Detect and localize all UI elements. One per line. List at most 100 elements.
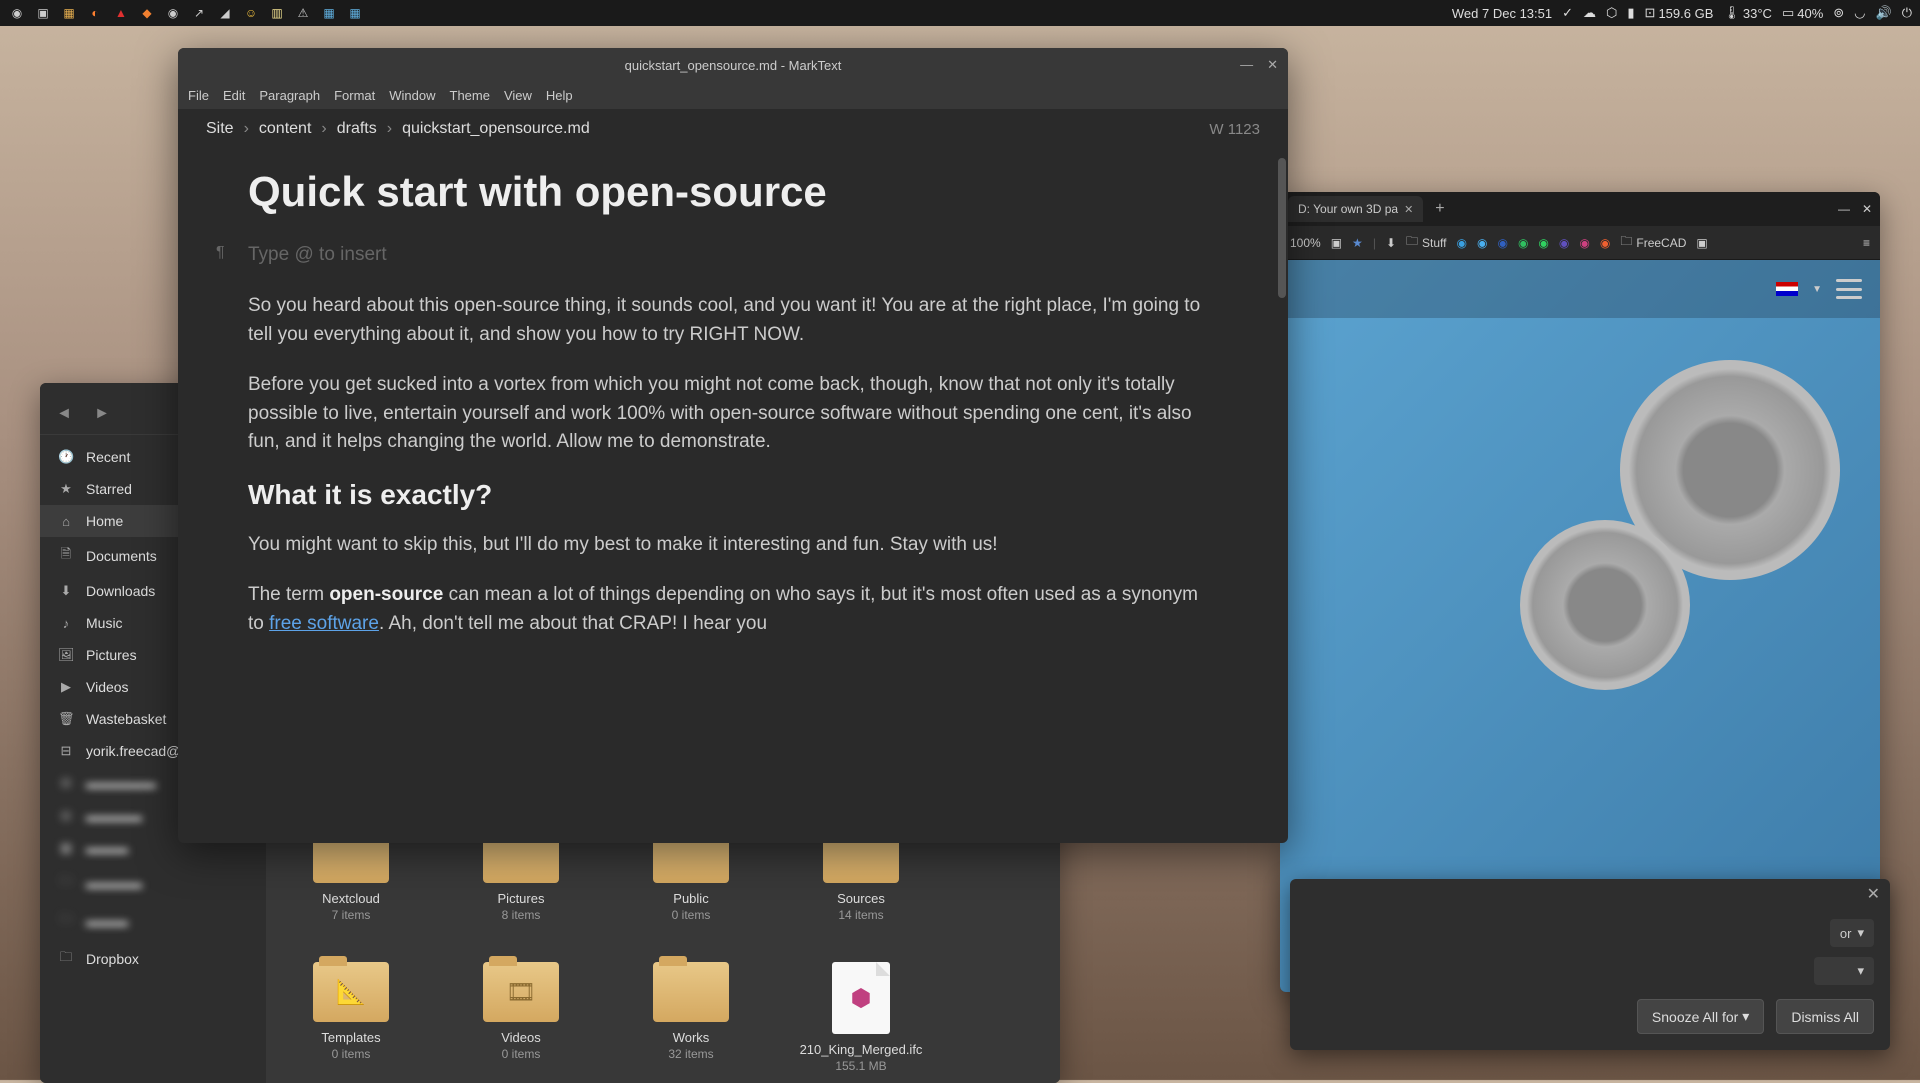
- browser-tab[interactable]: D: Your own 3D pa ✕: [1288, 196, 1423, 222]
- menu-file[interactable]: File: [188, 88, 209, 103]
- link-free-software[interactable]: free software: [269, 613, 379, 634]
- disk-indicator[interactable]: ⊡ 159.6 GB: [1645, 5, 1714, 21]
- heading-2[interactable]: What it is exactly?: [248, 479, 1218, 511]
- file-icon: ⬢: [832, 962, 890, 1034]
- paragraph[interactable]: So you heard about this open-source thin…: [248, 292, 1218, 349]
- twitter-icon[interactable]: ◉: [1477, 236, 1487, 250]
- minimize-icon[interactable]: —: [1240, 57, 1253, 73]
- paragraph[interactable]: Before you get sucked into a vortex from…: [248, 371, 1218, 457]
- folder-templates[interactable]: 📐Templates0 items: [296, 962, 406, 1073]
- close-icon[interactable]: ✕: [1404, 203, 1413, 216]
- close-icon[interactable]: ✕: [1867, 884, 1880, 904]
- power-icon[interactable]: ⏻: [1902, 5, 1912, 21]
- insert-placeholder[interactable]: ¶ Type @ to insert: [248, 244, 1218, 266]
- volume-icon[interactable]: 🔊: [1876, 5, 1892, 21]
- marktext-window[interactable]: quickstart_opensource.md - MarkText — ✕ …: [178, 48, 1288, 843]
- heading-1[interactable]: Quick start with open-source: [248, 168, 1218, 216]
- download-icon[interactable]: ⬇: [1386, 236, 1396, 250]
- reader-icon[interactable]: ▣: [1331, 236, 1342, 250]
- freecad-icon[interactable]: ▲: [112, 4, 130, 22]
- firefox-icon[interactable]: ◐: [86, 4, 104, 22]
- app-icon-6[interactable]: ▦: [320, 4, 338, 22]
- menu-help[interactable]: Help: [546, 88, 573, 103]
- tray-dropbox-icon[interactable]: ⬡: [1606, 5, 1617, 21]
- terminal-icon[interactable]: ▣: [34, 4, 52, 22]
- breadcrumb-item[interactable]: content: [259, 120, 311, 138]
- temp-indicator[interactable]: 🌡 33°C: [1723, 5, 1772, 21]
- dismiss-all-button[interactable]: Dismiss All: [1776, 999, 1874, 1034]
- app-icon-5[interactable]: ⚠: [294, 4, 312, 22]
- network-icon[interactable]: ⊚: [1833, 5, 1844, 21]
- menu-format[interactable]: Format: [334, 88, 375, 103]
- taskbar-launchers: ◉ ▣ ▦ ◐ ▲ ◆ ◉ ↗ ◢ ☺ ▥ ⚠ ▦ ▦: [8, 4, 364, 22]
- paragraph[interactable]: The term open-source can mean a lot of t…: [248, 581, 1218, 638]
- menu-view[interactable]: View: [504, 88, 532, 103]
- mastodon-icon[interactable]: ◉: [1559, 236, 1569, 250]
- app-icon-4[interactable]: ☺: [242, 4, 260, 22]
- sidebar-remote-5[interactable]: 🗀▬▬▬▬: [40, 864, 266, 902]
- extension-icon[interactable]: ▣: [1696, 236, 1707, 250]
- menu-theme[interactable]: Theme: [450, 88, 490, 103]
- back-button[interactable]: ◄: [52, 405, 76, 423]
- browser-tabstrip: D: Your own 3D pa ✕ + — ✕: [1280, 192, 1880, 226]
- tray-check-icon[interactable]: ✓: [1562, 5, 1573, 21]
- zoom-level[interactable]: 100%: [1290, 236, 1321, 250]
- reminder-select-2[interactable]: ▾: [1814, 957, 1874, 985]
- notes-icon[interactable]: ▥: [268, 4, 286, 22]
- app-icon[interactable]: ◉: [164, 4, 182, 22]
- facebook-icon[interactable]: ◉: [1497, 236, 1507, 250]
- window-titlebar[interactable]: quickstart_opensource.md - MarkText — ✕: [178, 48, 1288, 82]
- debian-icon[interactable]: ◉: [8, 4, 26, 22]
- whatsapp-icon[interactable]: ◉: [1538, 236, 1548, 250]
- blender-icon[interactable]: ◆: [138, 4, 156, 22]
- close-icon[interactable]: ✕: [1267, 57, 1278, 73]
- reminder-select[interactable]: or ▾: [1830, 919, 1874, 947]
- forward-button[interactable]: ►: [90, 405, 114, 423]
- menu-edit[interactable]: Edit: [223, 88, 245, 103]
- chevron-down-icon[interactable]: ▼: [1812, 284, 1822, 295]
- new-tab-button[interactable]: +: [1429, 200, 1450, 218]
- bookmark-stuff[interactable]: 🗀 Stuff: [1406, 232, 1446, 253]
- paragraph[interactable]: You might want to skip this, but I'll do…: [248, 531, 1218, 560]
- download-icon: ⬇: [58, 583, 74, 599]
- social-icon[interactable]: ◉: [1518, 236, 1528, 250]
- file-ifc[interactable]: ⬢210_King_Merged.ifc155.1 MB: [806, 962, 916, 1073]
- close-icon[interactable]: ✕: [1862, 202, 1872, 216]
- folder-works[interactable]: Works32 items: [636, 962, 746, 1073]
- social-icon-2[interactable]: ◉: [1600, 236, 1610, 250]
- wifi-icon[interactable]: ◡: [1854, 5, 1865, 21]
- browser-window[interactable]: D: Your own 3D pa ✕ + — ✕ 100% ▣ ★ | ⬇ 🗀…: [1280, 192, 1880, 992]
- bookmark-freecad[interactable]: 🗀 FreeCAD: [1620, 232, 1686, 253]
- telegram-icon[interactable]: ◉: [1456, 236, 1466, 250]
- bookmark-star-icon[interactable]: ★: [1352, 236, 1363, 250]
- hamburger-menu[interactable]: [1836, 279, 1862, 299]
- breadcrumb-item[interactable]: drafts: [337, 120, 377, 138]
- sidebar-remote-6[interactable]: 🗀▬▬▬: [40, 902, 266, 940]
- reminder-dialog[interactable]: ✕ or ▾ ▾ Snooze All for ▾ Dismiss All: [1290, 879, 1890, 1050]
- breadcrumb-item[interactable]: Site: [206, 120, 234, 138]
- sidebar-dropbox[interactable]: 🗀Dropbox: [40, 940, 266, 978]
- breadcrumb-item[interactable]: quickstart_opensource.md: [402, 120, 590, 138]
- datetime[interactable]: Wed 7 Dec 13:51: [1452, 6, 1552, 21]
- pilcrow-icon: ¶: [216, 244, 225, 262]
- app-icon-3[interactable]: ◢: [216, 4, 234, 22]
- document-icon: 🗎: [58, 545, 74, 567]
- tray-icon[interactable]: ▮: [1627, 5, 1634, 21]
- folder-videos[interactable]: 🎞Videos0 items: [466, 962, 576, 1073]
- menu-icon[interactable]: ≡: [1863, 236, 1870, 250]
- scrollbar-thumb[interactable]: [1278, 158, 1286, 298]
- files-icon[interactable]: ▦: [60, 4, 78, 22]
- menu-window[interactable]: Window: [389, 88, 435, 103]
- minimize-icon[interactable]: —: [1838, 202, 1850, 216]
- tray-cloud-icon[interactable]: ☁: [1583, 5, 1596, 21]
- instagram-icon[interactable]: ◉: [1579, 236, 1589, 250]
- app-icon-7[interactable]: ▦: [346, 4, 364, 22]
- language-flag-icon[interactable]: [1776, 282, 1798, 296]
- dialog-titlebar[interactable]: ✕: [1290, 879, 1890, 909]
- chevron-right-icon: ›: [244, 120, 249, 138]
- menu-paragraph[interactable]: Paragraph: [259, 88, 320, 103]
- app-icon-2[interactable]: ↗: [190, 4, 208, 22]
- snooze-all-button[interactable]: Snooze All for ▾: [1637, 999, 1764, 1034]
- battery-indicator[interactable]: ▭ 40%: [1782, 5, 1823, 21]
- editor-area[interactable]: Quick start with open-source ¶ Type @ to…: [178, 148, 1288, 843]
